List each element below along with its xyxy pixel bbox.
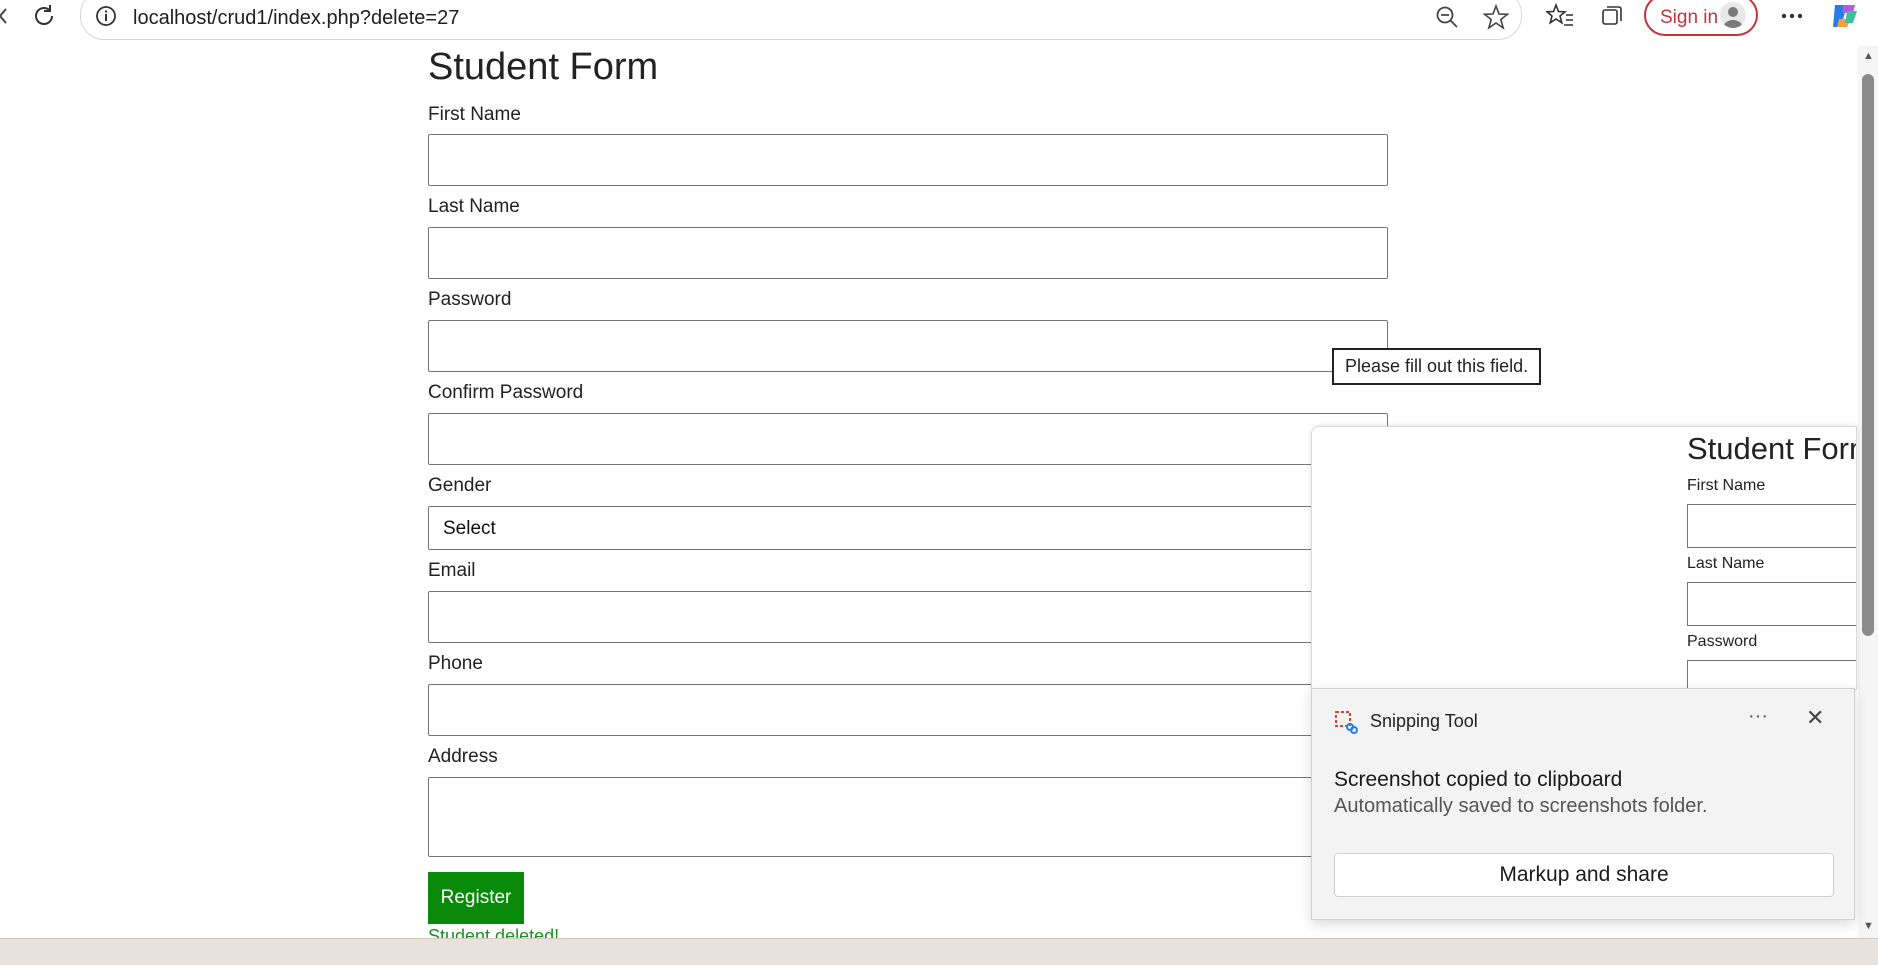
- close-icon[interactable]: ✕: [1806, 705, 1824, 731]
- address-bar[interactable]: localhost/crud1/index.php?delete=27: [80, 0, 1522, 40]
- address-textarea[interactable]: [428, 777, 1388, 857]
- browser-toolbar: localhost/crud1/index.php?delete=27 Sign…: [0, 0, 1878, 47]
- taskbar: [0, 938, 1878, 965]
- gender-selected-value: Select: [443, 518, 496, 539]
- page-title: Student Form: [428, 46, 659, 88]
- password-input[interactable]: [428, 320, 1388, 372]
- preview-password-field: [1687, 660, 1856, 689]
- screenshot-preview[interactable]: Student Form First Name Last Name Passwo…: [1311, 426, 1857, 690]
- preview-last-name-label: Last Name: [1687, 555, 1765, 572]
- phone-input[interactable]: [428, 684, 1388, 736]
- confirm-password-label: Confirm Password: [428, 382, 584, 403]
- phone-label: Phone: [428, 653, 483, 674]
- refresh-icon[interactable]: [28, 0, 60, 32]
- zoom-out-icon[interactable]: [1435, 5, 1459, 34]
- email-input[interactable]: [428, 591, 1388, 643]
- toast-app-name: Snipping Tool: [1370, 711, 1478, 731]
- preview-first-name-label: First Name: [1687, 477, 1766, 494]
- preview-first-name-field: [1687, 504, 1856, 548]
- toast-body: Automatically saved to screenshots folde…: [1334, 795, 1708, 817]
- copilot-icon[interactable]: [1828, 0, 1862, 32]
- snipping-tool-notification: Snipping Tool ··· ✕ Screenshot copied to…: [1311, 688, 1855, 920]
- address-label: Address: [428, 746, 498, 767]
- preview-password-label: Password: [1687, 633, 1758, 650]
- gender-select[interactable]: Select: [428, 506, 1388, 550]
- preview-last-name-field: [1687, 582, 1856, 626]
- password-label: Password: [428, 289, 512, 310]
- more-menu-icon[interactable]: [1776, 0, 1808, 32]
- confirm-password-input[interactable]: [428, 413, 1388, 465]
- preview-title: Student Form: [1687, 431, 1857, 466]
- scroll-up-icon[interactable]: ▲: [1863, 50, 1874, 62]
- markup-and-share-button[interactable]: Markup and share: [1334, 853, 1834, 897]
- more-options-icon[interactable]: ···: [1748, 705, 1768, 728]
- first-name-input[interactable]: [428, 134, 1388, 186]
- avatar: [1720, 2, 1746, 28]
- first-name-label: First Name: [428, 104, 521, 125]
- toast-heading: Screenshot copied to clipboard: [1334, 768, 1623, 791]
- gender-label: Gender: [428, 475, 492, 496]
- validation-tooltip: Please fill out this field.: [1332, 348, 1542, 385]
- scroll-down-icon[interactable]: ▼: [1863, 920, 1874, 932]
- last-name-input[interactable]: [428, 227, 1388, 279]
- email-label: Email: [428, 560, 476, 581]
- scrollbar-thumb[interactable]: [1862, 74, 1874, 636]
- register-button[interactable]: Register: [428, 872, 524, 924]
- snipping-tool-icon: [1334, 710, 1358, 734]
- collections-icon[interactable]: [1596, 0, 1628, 32]
- status-message: Student deleted!: [428, 926, 560, 938]
- sign-in-button[interactable]: Sign in: [1644, 0, 1758, 36]
- vertical-scrollbar[interactable]: ▲ ▼: [1858, 46, 1878, 938]
- favorite-star-icon[interactable]: [1482, 3, 1510, 35]
- url-text[interactable]: localhost/crud1/index.php?delete=27: [133, 7, 459, 30]
- favorites-icon[interactable]: [1544, 0, 1576, 32]
- last-name-label: Last Name: [428, 196, 520, 217]
- site-info-icon[interactable]: [95, 5, 117, 32]
- back-icon[interactable]: [0, 0, 10, 32]
